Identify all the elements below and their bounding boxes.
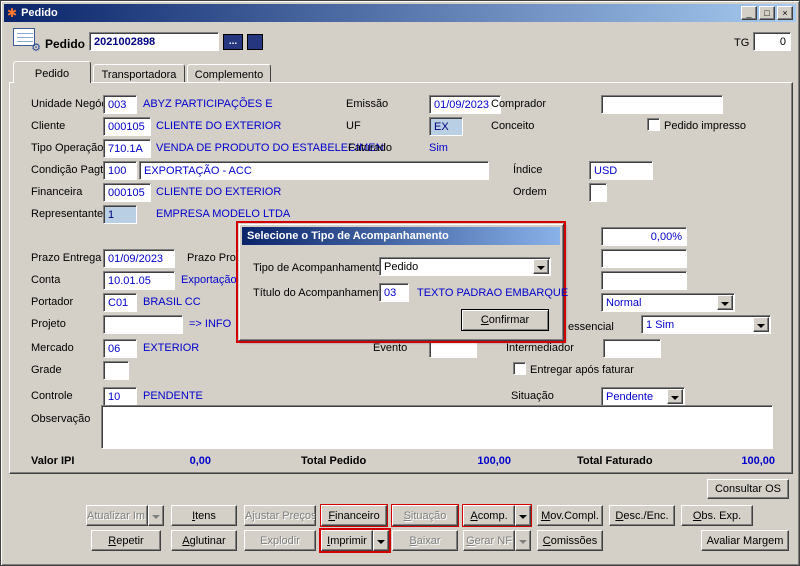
tipo-acompanhamento-combobox[interactable]: Pedido xyxy=(379,257,551,276)
titulo-acompanhamento-code-field[interactable]: 03 xyxy=(379,283,409,302)
consultar-os-button[interactable]: Consultar OS xyxy=(707,479,789,499)
pedido-window: ✱ Pedido _ □ × ⚙ Pedido 2021002898 ... T… xyxy=(0,0,800,566)
tg-label: TG xyxy=(734,37,750,49)
dropdown-arrow-icon[interactable] xyxy=(533,259,549,274)
financeiro-button[interactable]: Financeiro xyxy=(320,504,388,527)
mov-compl-button[interactable]: Mov.Compl. xyxy=(537,505,603,526)
imprimir-split: Imprimir xyxy=(319,528,391,553)
situacao-button: Situação xyxy=(391,504,459,527)
acomp-button[interactable]: Acomp. xyxy=(463,505,515,526)
window-title: Pedido xyxy=(21,7,58,19)
acomp-split: Acomp. xyxy=(462,504,532,527)
gear-icon: ⚙ xyxy=(31,42,41,54)
app-icon: ✱ xyxy=(7,6,18,20)
atualizar-imp-button: Atualizar Imp xyxy=(86,505,148,526)
imprimir-button[interactable]: Imprimir xyxy=(321,530,373,551)
tipo-acompanhamento-label: Tipo de Acompanhamento xyxy=(253,262,382,274)
acomp-dropdown-icon[interactable] xyxy=(515,505,531,526)
window-titlebar[interactable]: ✱ Pedido _ □ × xyxy=(4,4,796,22)
confirmar-button[interactable]: Confirmar xyxy=(461,309,549,331)
gerar-nf-split: Gerar NF xyxy=(463,530,531,551)
obs-exp-button[interactable]: Obs. Exp. xyxy=(681,505,753,526)
aux-icon-button[interactable] xyxy=(247,34,263,50)
tg-field[interactable]: 0 xyxy=(753,32,791,51)
itens-button[interactable]: Itens xyxy=(171,505,237,526)
aglutinar-button[interactable]: Aglutinar xyxy=(171,530,237,551)
acompanhamento-dialog: Selecione o Tipo de Acompanhamento Tipo … xyxy=(236,221,568,343)
atualizar-imp-dropdown-icon xyxy=(148,505,164,526)
repetir-button[interactable]: Repetir xyxy=(91,530,161,551)
ellipsis-button[interactable]: ... xyxy=(223,34,243,50)
close-button[interactable]: × xyxy=(777,6,793,20)
order-number-field[interactable]: 2021002898 xyxy=(89,32,219,51)
minimize-button[interactable]: _ xyxy=(741,6,757,20)
gerar-nf-dropdown-icon xyxy=(515,530,531,551)
maximize-button[interactable]: □ xyxy=(759,6,775,20)
comissoes-button[interactable]: Comissões xyxy=(537,530,603,551)
tipo-acompanhamento-value: Pedido xyxy=(384,261,419,273)
titulo-acompanhamento-desc: TEXTO PADRAO EMBARQUE xyxy=(417,287,569,299)
titulo-acompanhamento-label: Título do Acompanhamento xyxy=(253,287,388,299)
tab-transportadora[interactable]: Transportadora xyxy=(93,64,185,83)
gerar-nf-button: Gerar NF xyxy=(463,530,515,551)
pedido-form-icon[interactable]: ⚙ xyxy=(13,28,41,54)
imprimir-dropdown-icon[interactable] xyxy=(373,530,389,551)
explodir-button: Explodir xyxy=(244,530,316,551)
desc-enc-button[interactable]: Desc./Enc. xyxy=(609,505,675,526)
tab-complemento[interactable]: Complemento xyxy=(187,64,271,83)
baixar-button: Baixar xyxy=(392,530,458,551)
avaliar-margem-button[interactable]: Avaliar Margem xyxy=(701,530,789,551)
pedido-header-label: Pedido xyxy=(45,37,86,51)
window-controls: _ □ × xyxy=(739,6,793,20)
atualizar-imp-split: Atualizar Imp xyxy=(86,505,164,526)
dialog-titlebar[interactable]: Selecione o Tipo de Acompanhamento xyxy=(242,227,560,245)
tab-pedido[interactable]: Pedido xyxy=(13,61,91,83)
ajustar-precos-button: Ajustar Preços xyxy=(244,505,316,526)
